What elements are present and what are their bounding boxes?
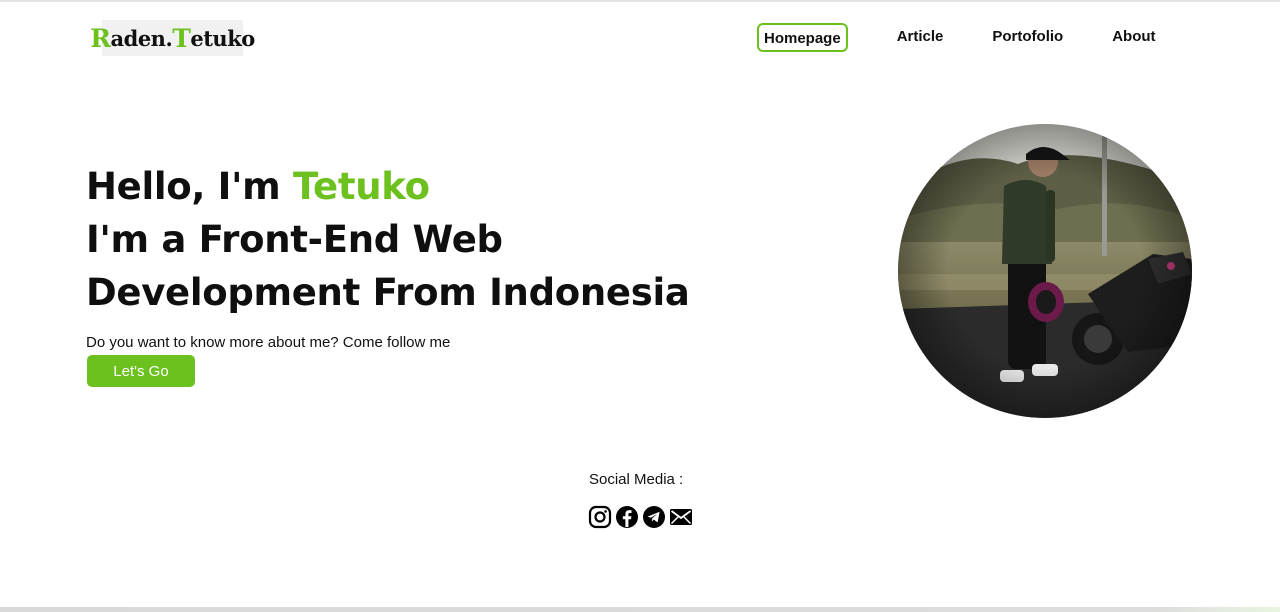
nav-homepage[interactable]: Homepage: [757, 23, 848, 52]
social-icons: [588, 505, 693, 529]
logo-letter-r: R: [90, 23, 111, 53]
site-logo[interactable]: Raden. Tetuko: [90, 20, 255, 56]
hero-name: Tetuko: [293, 165, 430, 208]
hero-line-3: Development From Indonesia: [86, 271, 690, 314]
main-nav: Homepage Article Portofolio About: [757, 23, 1156, 52]
hero-greeting: Hello, I'm: [86, 165, 294, 208]
profile-photo: [898, 124, 1192, 418]
hero-heading: Hello, I'm Tetuko I'm a Front-End Web De…: [86, 160, 690, 319]
logo-text-aden: aden.: [110, 25, 173, 51]
nav-portofolio[interactable]: Portofolio: [992, 23, 1063, 52]
top-divider: [0, 0, 1280, 2]
nav-article[interactable]: Article: [897, 23, 944, 52]
hero-line-2: I'm a Front-End Web: [86, 218, 503, 261]
lets-go-button[interactable]: Let's Go: [87, 355, 195, 387]
hero-line-1: Hello, I'm Tetuko: [86, 160, 690, 213]
instagram-icon[interactable]: [588, 505, 612, 529]
facebook-icon[interactable]: [615, 505, 639, 529]
email-icon[interactable]: [669, 505, 693, 529]
telegram-icon[interactable]: [642, 505, 666, 529]
bottom-divider: [0, 607, 1280, 612]
logo-letter-t: T: [172, 23, 191, 53]
social-media-title: Social Media :: [589, 471, 684, 488]
logo-text-etuko: etuko: [190, 25, 255, 51]
nav-about[interactable]: About: [1112, 23, 1155, 52]
hero-subtitle: Do you want to know more about me? Come …: [86, 334, 451, 351]
